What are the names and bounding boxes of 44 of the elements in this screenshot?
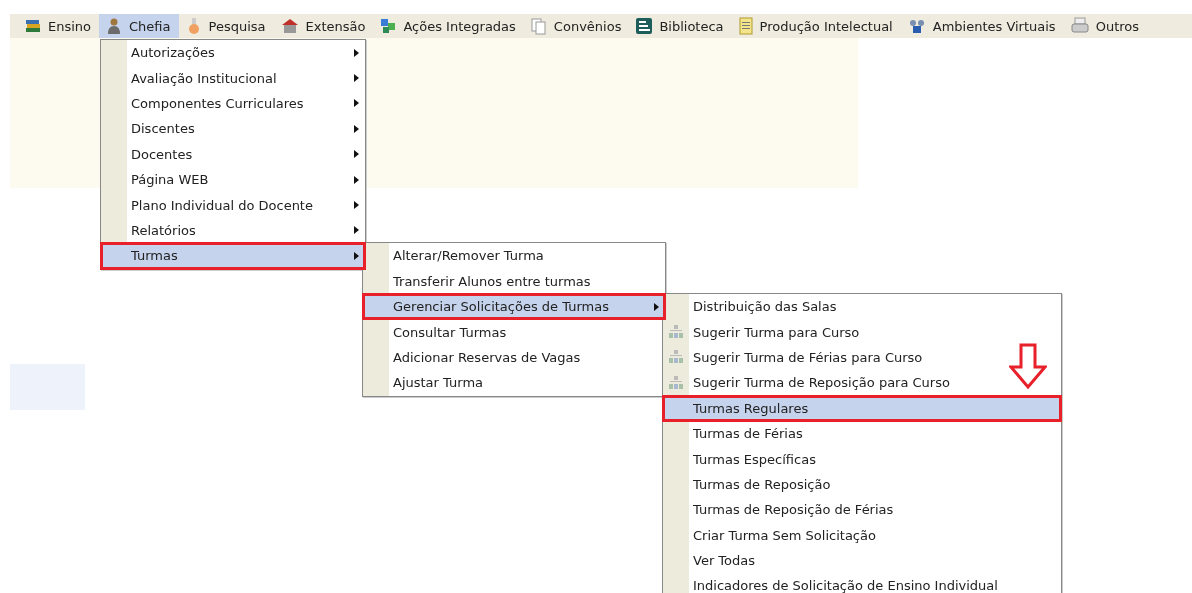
menu-item[interactable]: Transferir Alunos entre turmas (363, 268, 665, 294)
library-icon (635, 17, 654, 35)
documents-icon (529, 17, 548, 35)
menu-item[interactable]: Turmas Regulares (663, 395, 1061, 421)
menu-item[interactable]: Turmas de Reposição (663, 471, 1061, 498)
menu-item[interactable]: Autorizações (101, 40, 365, 66)
menu-item[interactable]: Docentes (101, 141, 365, 167)
menu-item[interactable]: Alterar/Remover Turma (363, 243, 665, 269)
printer-icon (1069, 17, 1090, 35)
menu-bar-item[interactable]: Chefia (99, 14, 179, 38)
menu-item[interactable]: Componentes Curriculares (101, 90, 365, 117)
down-arrow-icon (1009, 342, 1047, 389)
menu-item[interactable]: Sugerir Turma de Férias para Curso (663, 344, 1061, 371)
menu-item[interactable]: Relatórios (101, 217, 365, 244)
menu-item[interactable]: Turmas de Reposição de Férias (663, 497, 1061, 523)
menu-item[interactable]: Ver Todas (663, 547, 1061, 574)
menu-item[interactable]: Criar Turma Sem Solicitação (663, 522, 1061, 548)
menu-bar-item[interactable]: Biblioteca (629, 14, 732, 38)
menu-item[interactable]: Adicionar Reservas de Vagas (363, 344, 665, 371)
menu-item[interactable]: Turmas Específicas (663, 446, 1061, 472)
menu-item[interactable]: Plano Individual do Docente (101, 192, 365, 218)
menu-bar-item[interactable]: Pesquisa (178, 14, 274, 38)
menu-item[interactable]: Sugerir Turma para Curso (663, 319, 1061, 345)
menu-bar-item[interactable]: Extensão (273, 14, 374, 38)
menu-item[interactable]: Página WEB (101, 166, 365, 193)
menu-item[interactable]: Distribuição das Salas (663, 294, 1061, 320)
puzzle-icon (379, 17, 398, 35)
menu-item[interactable]: Sugerir Turma de Reposição para Curso (663, 370, 1061, 396)
menu-item[interactable]: Ajustar Turma (363, 370, 665, 396)
notepad-icon (737, 17, 754, 35)
menu-item[interactable]: Avaliação Institucional (101, 65, 365, 91)
menu-item[interactable]: Indicadores de Solicitação de Ensino Individual (663, 573, 1061, 593)
menu-item[interactable]: Turmas de Férias (663, 420, 1061, 447)
menu-bar-item[interactable]: Ações Integradas (373, 14, 524, 38)
menu-item[interactable]: Turmas (101, 243, 365, 269)
menu-bar-item[interactable]: Ambientes Virtuais (900, 14, 1064, 38)
menu-item[interactable]: Discentes (101, 116, 365, 142)
menu-bar-item[interactable]: Outros (1063, 14, 1147, 38)
books-icon (24, 17, 42, 35)
menu-item[interactable]: Gerenciar Solicitações de Turmas (363, 293, 665, 320)
menu-bar-item[interactable]: Convênios (523, 14, 630, 38)
menu-item[interactable]: Consultar Turmas (363, 319, 665, 345)
menu-bar-item[interactable]: Ensino (18, 14, 100, 38)
menu-bar-item[interactable]: Produção Intelectual (731, 14, 901, 38)
